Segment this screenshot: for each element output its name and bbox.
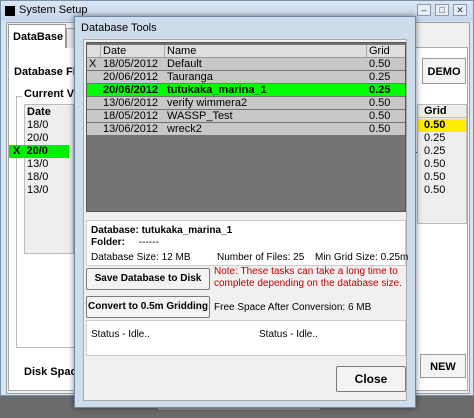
database-label: Database: [91,225,139,236]
minimize-icon[interactable]: – [417,4,431,16]
grid-value: 0.50 [424,171,446,183]
row-grid: 0.25 [369,71,391,83]
row-date: 18/05/2012 [103,110,159,122]
background-grid-column[interactable]: Grid 0.50 0.25 0.25 0.50 0.50 0.50 [417,104,467,224]
grid-value-highlight: 0.50 [418,119,466,132]
row-name: verify wimmera2 [167,97,248,109]
background-list-item[interactable]: 13/0 [27,184,48,197]
row-name: wreck2 [167,123,202,135]
database-info-panel: Database: tutukaka_marina_1 Folder: ----… [86,220,409,266]
database-value: tutukaka_marina_1 [141,225,233,236]
background-list-item[interactable]: 20/0 [27,132,48,145]
system-setup-title: System Setup [19,4,88,16]
warning-note: Note: These tasks can take a long time t… [214,266,402,289]
status-right: Status - Idle.. [259,329,318,340]
selected-mark: X [13,145,21,157]
tab-database[interactable]: DataBase [8,24,66,48]
database-row[interactable]: X 18/05/2012 Default 0.50 [87,58,405,70]
row-grid: 0.25 [369,84,391,96]
database-file-label: Database Fi [14,66,76,78]
row-name: tutukaka_marina_1 [167,84,267,96]
new-button[interactable]: NEW [420,354,466,378]
close-button[interactable]: Close [336,366,406,392]
row-mark: X [89,58,97,70]
background-list-header: Date [27,106,51,118]
grid-value: 0.25 [424,132,446,144]
background-list-item-selected[interactable]: X 20/0 [9,145,69,158]
background-list-item[interactable]: 13/0 [27,158,48,171]
demo-button[interactable]: DEMO [422,58,466,84]
database-row[interactable]: 18/05/2012 WASSP_Test 0.50 [87,110,405,122]
grid-value: 0.50 [424,184,446,196]
status-left: Status - Idle.. [91,329,150,340]
background-list-item[interactable]: 18/0 [27,119,48,132]
row-date: 13/06/2012 [103,123,159,135]
database-row[interactable]: 20/06/2012 Tauranga 0.25 [87,71,405,83]
background-database-list[interactable]: Date 18/0 20/0 X 20/0 13/0 18/0 13/0 [9,104,74,254]
min-grid-size: Min Grid Size: 0.25m [315,252,409,263]
grid-column-header: Grid [418,105,466,118]
database-row-selected[interactable]: 20/06/2012 tutukaka_marina_1 0.25 [87,84,405,96]
column-grid[interactable]: Grid [367,45,405,57]
column-name[interactable]: Name [165,45,367,57]
row-date: 13/06/2012 [103,97,159,109]
row-date: 20/06/2012 [103,84,159,96]
database-row[interactable]: 13/06/2012 wreck2 0.50 [87,123,405,135]
app-icon [5,6,15,16]
database-size: Database Size: 12 MB [91,252,191,263]
grid-value: 0.50 [424,158,446,170]
row-date: 20/06/2012 [103,71,159,83]
status-panel: Status - Idle.. Status - Idle.. [86,320,406,356]
row-date: 18/05/2012 [103,58,159,70]
selected-date: 20/0 [26,145,48,157]
number-of-files: Number of Files: 25 [217,252,305,263]
close-window-icon[interactable]: ✕ [453,4,467,16]
database-line: Database: tutukaka_marina_1 [91,225,232,236]
row-grid: 0.50 [369,123,391,135]
folder-label: Folder: [91,237,125,248]
convert-gridding-button[interactable]: Convert to 0.5m Gridding [86,296,210,318]
folder-value: ------ [138,237,159,248]
database-list[interactable]: Date Name Grid X 18/05/2012 Default 0.50… [86,42,406,212]
free-space-after-conversion: Free Space After Conversion: 6 MB [214,302,372,313]
row-name: WASSP_Test [167,110,233,122]
row-name: Tauranga [167,71,213,83]
grid-value: 0.25 [424,145,446,157]
row-grid: 0.50 [369,58,391,70]
background-list-item[interactable]: 18/0 [27,171,48,184]
column-mark [87,45,101,57]
folder-line: Folder: ------ [91,237,159,248]
database-list-header: Date Name Grid [87,45,405,58]
column-date[interactable]: Date [101,45,165,57]
row-grid: 0.50 [369,110,391,122]
row-name: Default [167,58,202,70]
database-row[interactable]: 13/06/2012 verify wimmera2 0.50 [87,97,405,109]
save-database-button[interactable]: Save Database to Disk [86,268,210,290]
row-grid: 0.50 [369,97,391,109]
current-group-label: Current V [22,88,77,100]
dialog-title: Database Tools [81,22,157,34]
maximize-icon[interactable]: □ [435,4,449,16]
